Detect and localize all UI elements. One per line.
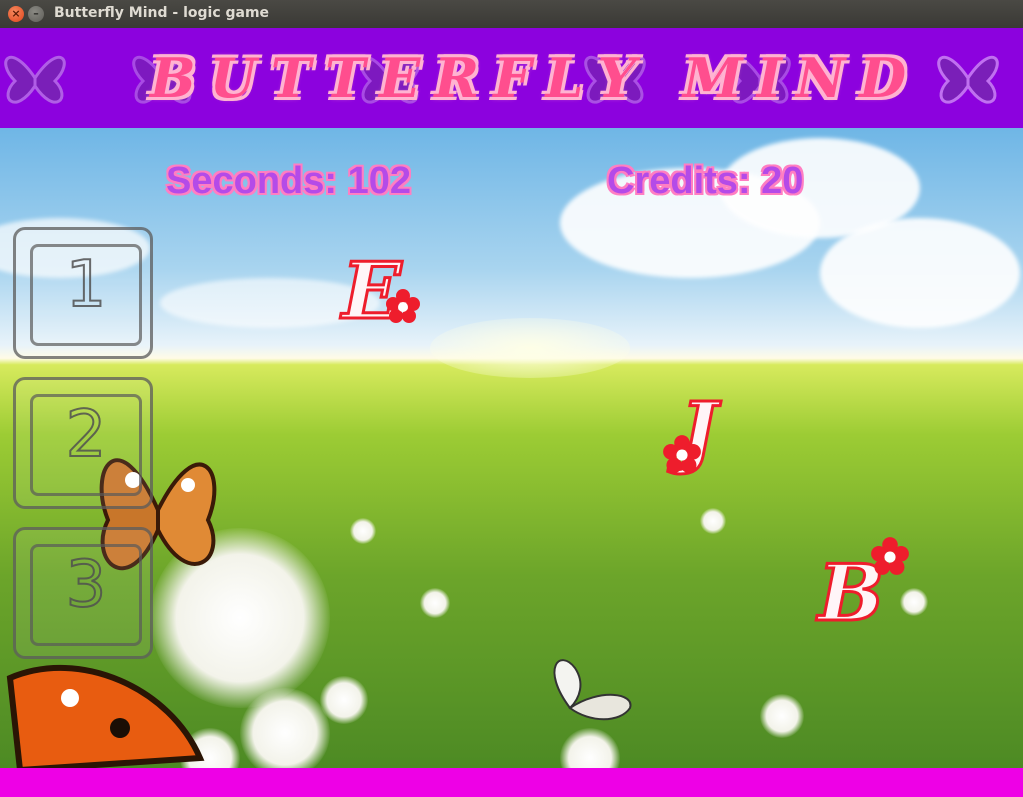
- number-button-1[interactable]: 1: [13, 227, 153, 359]
- button-label: 1: [65, 247, 108, 323]
- dandelion: [240, 688, 330, 768]
- butterfly-icon: [553, 659, 632, 721]
- seconds-counter: Seconds: 102: [166, 160, 411, 202]
- number-button-3[interactable]: 3: [13, 527, 153, 659]
- button-label: 3: [65, 547, 108, 623]
- minimize-window-button[interactable]: –: [28, 6, 44, 22]
- close-window-button[interactable]: ×: [8, 6, 24, 22]
- dandelion: [420, 588, 450, 618]
- bottom-bar: [0, 768, 1023, 797]
- window-title: Butterfly Mind - logic game: [54, 5, 270, 21]
- number-button-2[interactable]: 2: [13, 377, 153, 509]
- cloud: [820, 218, 1020, 328]
- game-area: Seconds: 102 Credits: 20 1 2 3 E J B: [0, 128, 1023, 768]
- flower-icon: [663, 435, 701, 473]
- sun-glow: [430, 318, 630, 378]
- butterfly-icon: [937, 55, 999, 104]
- flower-icon: [386, 289, 420, 323]
- flower-icon: [871, 537, 909, 575]
- credits-counter: Credits: 20: [607, 160, 804, 202]
- game-logo: BUTTERFLY MIND: [150, 46, 921, 110]
- dandelion: [900, 588, 928, 616]
- butterfly-icon: [4, 55, 66, 104]
- header-banner: BUTTERFLY MIND: [0, 28, 1023, 128]
- dandelion: [760, 694, 804, 738]
- dandelion: [700, 508, 726, 534]
- button-label: 2: [65, 397, 108, 473]
- dandelion: [320, 676, 368, 724]
- dandelion: [350, 518, 376, 544]
- butterfly-icon: [6, 665, 205, 768]
- window-titlebar: × – Butterfly Mind - logic game: [0, 0, 1023, 28]
